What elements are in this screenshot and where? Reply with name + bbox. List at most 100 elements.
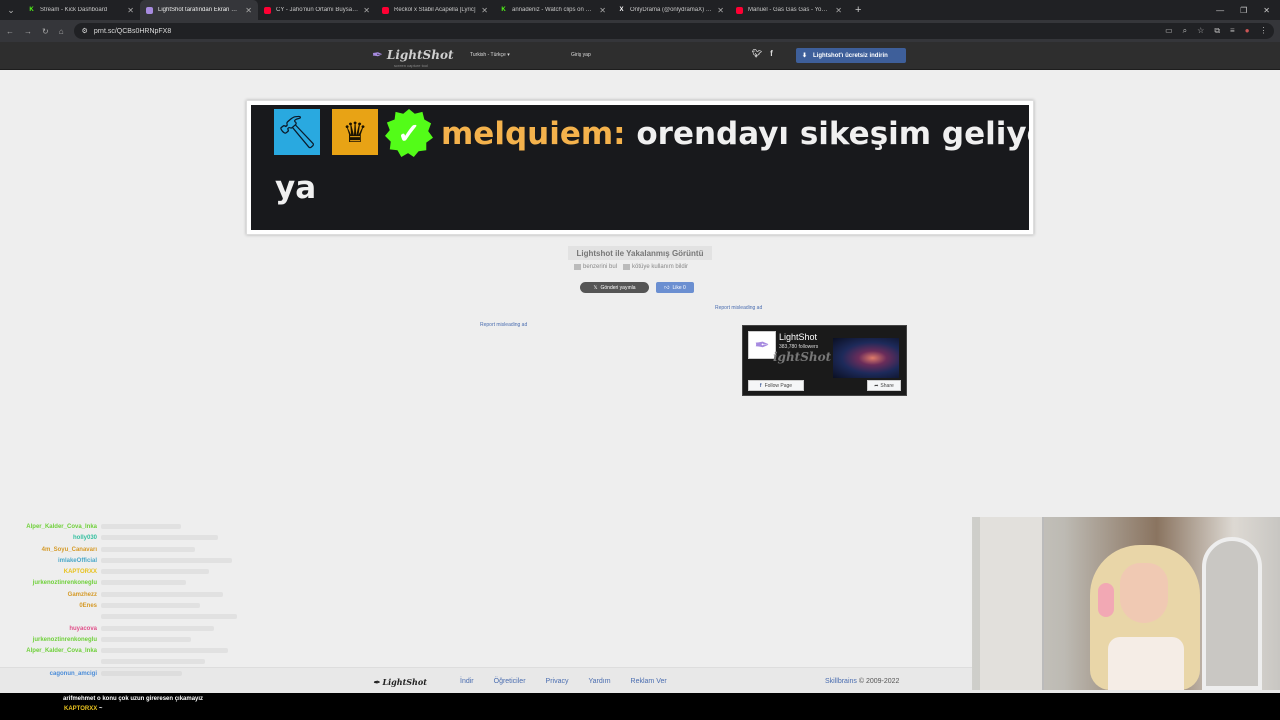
capture-actions: benzerini bul kötüye kullanım bildir (574, 264, 688, 270)
browser-tab[interactable]: Reckol x Stabil Acapella [Lyric] ✕ (376, 0, 494, 20)
download-button[interactable]: ⬇ Lightshot'ı ücretsiz indirin (796, 48, 906, 63)
reload-icon[interactable]: ↻ (42, 27, 49, 36)
language-select[interactable]: Turkish - Türkçe ▾ (470, 52, 510, 58)
footer-link-help[interactable]: Yardım (588, 678, 610, 685)
browser-tab[interactable]: K Stream - Kick Dashboard ✕ (22, 0, 140, 20)
restore-icon[interactable]: ❐ (1240, 6, 1247, 15)
chat-message-blurred (101, 533, 250, 544)
forward-icon[interactable]: → (24, 27, 32, 36)
menu-icon[interactable]: ⋮ (1260, 26, 1268, 36)
footer-logo-text: LightShot (382, 677, 427, 687)
post-label: Gönderi yayınla (600, 284, 636, 291)
chat-message-blurred (101, 658, 250, 669)
tab-close-icon[interactable]: ✕ (363, 6, 370, 15)
tab-favicon-icon: X (619, 7, 624, 13)
tab-favicon-icon (736, 6, 743, 14)
media-icon[interactable]: ≡ (1230, 26, 1235, 36)
facebook-like-button[interactable]: 👍︎ Like 0 (656, 282, 694, 293)
screenshot-frame: 🔨︎ ♛ ✓ melquiem: orendayı sikeşim geliyo… (246, 100, 1034, 235)
browser-tab[interactable]: Kannadeniz - Watch clips on Kick ✕ (494, 0, 612, 20)
window-controls: — ❐ ✕ (1216, 0, 1276, 20)
browser-toolbar: ← → ↻ ⌂ ⚙ prnt.sc/QCBs0HRNpFX8 ▭ ⌕ ☆ ⧉ ≡… (0, 20, 1280, 42)
chat-username[interactable]: imlakeOfficial (0, 556, 101, 567)
browser-tab[interactable]: CY - Jaho'nun Ortamı Buysa Be ✕ (258, 0, 376, 20)
chat-latest-user: arifmehmet (63, 696, 96, 702)
chat-message-blurred (101, 646, 250, 657)
follow-page-button[interactable]: f Follow Page (748, 380, 804, 391)
tab-close-icon[interactable]: ✕ (599, 6, 606, 15)
fb-page-name[interactable]: LightShot (779, 332, 817, 342)
chat-row: jurkenoztinrenkoneglu (0, 578, 250, 589)
site-info-icon[interactable]: ⚙ (82, 27, 88, 35)
chat-username[interactable]: cagonun_amcigi (0, 669, 101, 680)
minimize-icon[interactable]: — (1216, 6, 1224, 15)
report-abuse-link[interactable]: kötüye kullanım bildir (623, 264, 688, 270)
login-link[interactable]: Giriş yap (571, 52, 591, 58)
chat-username[interactable]: 4m_Soyu_Canavarı (0, 545, 101, 556)
footer-logo[interactable]: ✒ LightShot (373, 677, 427, 687)
profile-avatar[interactable]: ● (1245, 26, 1250, 36)
chat-row: KAPTORXX (0, 567, 250, 578)
back-icon[interactable]: ← (6, 27, 14, 36)
close-window-icon[interactable]: ✕ (1263, 6, 1270, 15)
report-ad-link-2[interactable]: Report misleading ad (480, 322, 527, 328)
cast-icon[interactable]: ▭ (1165, 26, 1173, 36)
zoom-icon[interactable]: ⌕ (1183, 26, 1187, 36)
tab-close-icon[interactable]: ✕ (717, 6, 724, 15)
chat-message-blurred (101, 556, 250, 567)
tab-title: annadeniz - Watch clips on Kick (512, 7, 595, 13)
chat-username[interactable] (0, 658, 101, 669)
language-label: Turkish - Türkçe (470, 52, 506, 58)
extensions-icon[interactable]: ⧉ (1214, 26, 1220, 36)
webcam-overlay (972, 517, 1280, 690)
report-ad-link-1[interactable]: Report misleading ad (715, 305, 762, 311)
tab-close-icon[interactable]: ✕ (245, 6, 252, 15)
share-label: Share (880, 382, 894, 389)
tab-search-icon[interactable]: ⌄ (0, 0, 22, 20)
footer-links: İndir Öğreticiler Privacy Yardım Reklam … (460, 678, 667, 685)
home-icon[interactable]: ⌂ (59, 27, 64, 36)
download-icon: ⬇ (802, 53, 808, 59)
company-link[interactable]: Skillbrains (825, 678, 857, 685)
address-bar[interactable]: ⚙ prnt.sc/QCBs0HRNpFX8 ▭ ⌕ ☆ ⧉ ≡ ● ⋮ (73, 23, 1274, 39)
copyright-years: © 2009-2022 (858, 678, 900, 685)
footer-link-tutorials[interactable]: Öğreticiler (494, 678, 526, 685)
twitter-icon[interactable]: 🐦︎ (752, 49, 762, 58)
chat-last-user: KAPTORXX (64, 706, 98, 712)
facebook-page-widget[interactable]: ✒ LightShot 383,780 followers ightShot f… (742, 325, 907, 396)
bookmark-star-icon[interactable]: ☆ (1197, 26, 1204, 36)
chat-username[interactable]: KAPTORXX (0, 567, 101, 578)
copyright: Skillbrains © 2009-2022 (825, 678, 899, 685)
tab-close-icon[interactable]: ✕ (481, 6, 488, 15)
lightshot-logo[interactable]: ✒ LightShot screen capture tool (372, 47, 454, 68)
share-button[interactable]: ➦ Share (867, 380, 901, 391)
screenshot-image[interactable]: 🔨︎ ♛ ✓ melquiem: orendayı sikeşim geliyo… (251, 105, 1029, 230)
post-on-x-button[interactable]: 𝕏 Gönderi yayınla (580, 282, 649, 293)
chat-username[interactable]: 0Enes (0, 601, 101, 612)
chat-username[interactable]: Gamzhezz (0, 590, 101, 601)
chat-username[interactable]: Alper_Kalder_Cova_Inka (0, 522, 101, 533)
tab-close-icon[interactable]: ✕ (835, 6, 842, 15)
facebook-icon[interactable]: f (770, 49, 773, 58)
new-tab-icon[interactable]: + (848, 4, 868, 16)
browser-tab[interactable]: LightShot tarafından Ekran Gör ✕ (140, 0, 258, 20)
chat-message-blurred (101, 578, 250, 589)
chat-username[interactable]: jurkenoztinrenkoneglu (0, 635, 101, 646)
chat-username[interactable] (0, 612, 101, 623)
footer-link-download[interactable]: İndir (460, 678, 474, 685)
vip-crown-icon: ♛ (332, 109, 378, 155)
footer-link-advertise[interactable]: Reklam Ver (631, 678, 667, 685)
tab-close-icon[interactable]: ✕ (127, 6, 134, 15)
chat-username[interactable]: Alper_Kalder_Cova_Inka (0, 646, 101, 657)
chat-message-blurred (101, 545, 250, 556)
browser-tab[interactable]: X OnlyDrama (@onlydramaX) / X ✕ (612, 0, 730, 20)
chat-username[interactable]: holly030 (0, 533, 101, 544)
find-similar-link[interactable]: benzerini bul (574, 264, 617, 270)
chat-message-blurred (101, 590, 250, 601)
social-links: 🐦︎ f (752, 49, 773, 58)
chat-username[interactable]: huyacova (0, 624, 101, 635)
chat-username[interactable]: jurkenoztinrenkoneglu (0, 578, 101, 589)
chat-row (0, 612, 250, 623)
browser-tab[interactable]: Manuel - Gas Gas Gas - YouTub ✕ (730, 0, 848, 20)
footer-link-privacy[interactable]: Privacy (546, 678, 569, 685)
